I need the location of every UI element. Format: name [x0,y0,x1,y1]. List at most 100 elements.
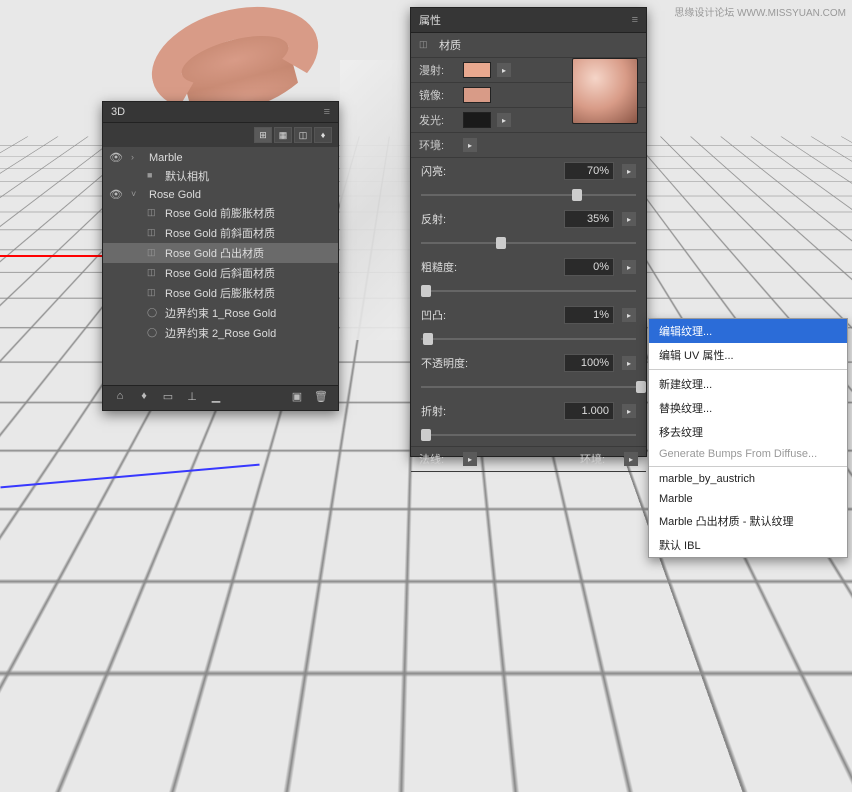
material-preview[interactable] [572,58,638,124]
item-type-icon: ◫ [147,267,161,279]
item-label: Rose Gold 前斜面材质 [165,225,275,241]
filter-tab-light[interactable]: ♦ [314,127,332,143]
tool-render-icon[interactable]: ▣ [288,390,306,406]
panel-prop-title: 属性 ≡ [411,8,646,33]
item-label: Rose Gold 凸出材质 [165,245,264,261]
scene-item[interactable]: ■ 默认相机 [103,166,338,186]
slider-track[interactable] [421,380,636,394]
diffuse-swatch[interactable] [463,62,491,78]
filter-tabs: ⊞ ▦ ◫ ♦ [103,123,338,147]
slider-label: 凹凸: [421,307,469,323]
menu-item[interactable]: 新建纹理... [649,369,847,396]
slider-value[interactable] [564,258,614,276]
tool-home-icon[interactable]: ⌂ [111,390,129,406]
texture-context-menu: 编辑纹理...编辑 UV 属性...新建纹理...替换纹理...移去纹理Gene… [648,318,848,558]
item-type-icon: ◫ [147,227,161,239]
item-type-icon: ◫ [147,207,161,219]
folder-icon[interactable]: ▸ [624,452,638,466]
visibility-icon[interactable]: 👁 [109,188,123,201]
item-type-icon: ◫ [147,287,161,299]
slider-value[interactable] [564,402,614,420]
slider-value[interactable] [564,306,614,324]
item-label: Rose Gold [149,189,201,201]
menu-item[interactable]: Generate Bumps From Diffuse... [649,444,847,464]
folder-icon[interactable]: ▸ [463,138,477,152]
scene-item[interactable]: ◯ 边界约束 2_Rose Gold [103,323,338,343]
panel-3d: 3D ≡ ⊞ ▦ ◫ ♦ 👁›Marble ■ 默认相机 👁 ˅ Rose Gold ◫ Ro… [102,101,339,411]
folder-icon[interactable]: ▸ [622,404,636,418]
glow-label: 发光: [419,112,457,128]
item-label: 边界约束 1_Rose Gold [165,305,276,321]
panel-3d-toolbar: ⌂ ♦ ▭ ⊥ ▁ ▣ 🗑 [103,385,338,410]
menu-item[interactable]: 替换纹理... [649,396,847,420]
folder-icon[interactable]: ▸ [497,63,511,77]
env-label: 环境: [419,137,457,153]
slider-label: 闪亮: [421,163,469,179]
folder-icon[interactable]: ▸ [497,113,511,127]
filter-tab-mesh[interactable]: ▦ [274,127,292,143]
menu-item[interactable]: 移去纹理 [649,420,847,444]
tool-ground-icon[interactable]: ▁ [207,390,225,406]
slider-value[interactable] [564,210,614,228]
filter-tab-scene[interactable]: ⊞ [254,127,272,143]
tool-light-icon[interactable]: ♦ [135,390,153,406]
folder-icon[interactable]: ▸ [622,164,636,178]
panel-3d-title: 3D ≡ [103,102,338,123]
item-type-icon: ■ [147,170,161,182]
item-type-icon: ◯ [147,307,161,319]
mirror-label: 镜像: [419,87,457,103]
menu-item[interactable]: 编辑 UV 属性... [649,343,847,367]
folder-icon[interactable]: ▸ [622,260,636,274]
slider-value[interactable] [564,162,614,180]
item-label: Marble [149,152,183,164]
tool-add-icon[interactable]: ⊥ [183,390,201,406]
folder-icon[interactable]: ▸ [463,452,477,466]
slider-label: 不透明度: [421,355,469,371]
menu-item[interactable]: marble_by_austrich [649,466,847,489]
scene-item[interactable]: 👁 ˅ Rose Gold [103,186,338,203]
visibility-icon[interactable]: 👁 [109,151,123,164]
slider-track[interactable] [421,188,636,202]
slider-label: 粗糙度: [421,259,469,275]
panel-menu-icon[interactable]: ≡ [632,14,638,26]
item-label: 边界约束 2_Rose Gold [165,325,276,341]
slider-track[interactable] [421,428,636,442]
item-type-icon: ◫ [147,247,161,259]
menu-item[interactable]: Marble 凸出材质 - 默认纹理 [649,509,847,533]
material-header: ◫ 材质 [411,33,646,58]
slider-track[interactable] [421,332,636,346]
diffuse-label: 漫射: [419,62,457,78]
slider-track[interactable] [421,284,636,298]
folder-icon[interactable]: ▸ [622,212,636,226]
item-label: 默认相机 [165,168,209,184]
menu-item[interactable]: Marble [649,489,847,509]
slider-value[interactable] [564,354,614,372]
tool-trash-icon[interactable]: 🗑 [312,390,330,406]
scene-item[interactable]: ◯ 边界约束 1_Rose Gold [103,303,338,323]
scene-item[interactable]: ◫ Rose Gold 后斜面材质 [103,263,338,283]
panel-menu-icon[interactable]: ≡ [324,106,330,118]
mirror-swatch[interactable] [463,87,491,103]
slider-label: 折射: [421,403,469,419]
menu-item[interactable]: 编辑纹理... [649,319,847,343]
filter-tab-material[interactable]: ◫ [294,127,312,143]
slider-label: 反射: [421,211,469,227]
item-label: Rose Gold 后斜面材质 [165,265,275,281]
scene-item[interactable]: ◫ Rose Gold 前膨胀材质 [103,203,338,223]
scene-item[interactable]: ◫ Rose Gold 凸出材质 [103,243,338,263]
scene-item[interactable]: 👁›Marble [103,149,338,166]
scene-item[interactable]: ◯边界约束 3_Rose Gold [103,343,338,347]
glow-swatch[interactable] [463,112,491,128]
item-type-icon: ◯ [147,327,161,339]
item-label: Rose Gold 前膨胀材质 [165,205,275,221]
slider-track[interactable] [421,236,636,250]
watermark: 思缘设计论坛 WWW.MISSYUAN.COM [674,4,846,19]
scene-list: 👁›Marble ■ 默认相机 👁 ˅ Rose Gold ◫ Rose Gold 前膨胀材质… [103,147,338,347]
tool-plane-icon[interactable]: ▭ [159,390,177,406]
folder-icon[interactable]: ▸ [622,308,636,322]
scene-item[interactable]: ◫ Rose Gold 前斜面材质 [103,223,338,243]
item-label: Rose Gold 后膨胀材质 [165,285,275,301]
folder-icon[interactable]: ▸ [622,356,636,370]
item-type-icon: ˅ [131,189,145,201]
scene-item[interactable]: ◫ Rose Gold 后膨胀材质 [103,283,338,303]
